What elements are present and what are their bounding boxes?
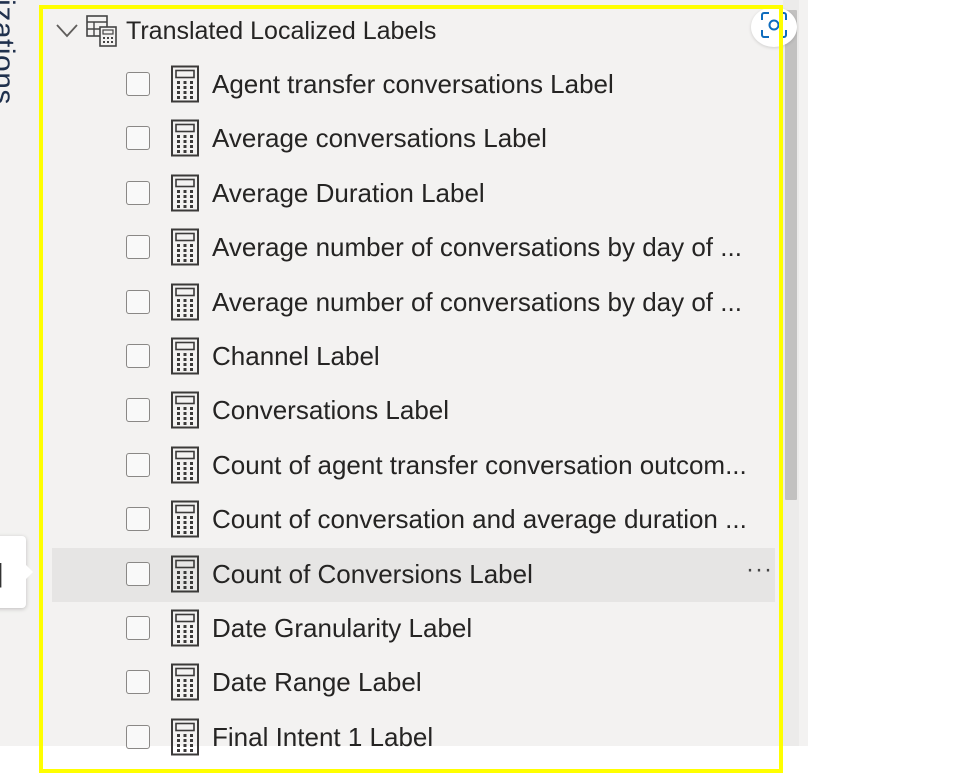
visualizations-pane-edge: lizations ]	[0, 0, 40, 746]
focus-mode-icon	[760, 11, 788, 44]
field-label: Agent transfer conversations Label	[212, 69, 614, 99]
field-label: Average conversations Label	[212, 123, 547, 154]
field-label: Channel Label	[212, 341, 380, 371]
calculator-icon	[170, 337, 200, 375]
table-group-label: Translated Localized Labels	[126, 16, 437, 45]
tooltip-stub: ]	[0, 536, 33, 608]
field-checkbox[interactable]	[126, 561, 150, 586]
calculator-icon	[170, 609, 200, 647]
field-label: Date Range Label	[212, 667, 422, 698]
field-row[interactable]: Count of agent transfer conversation out…	[52, 439, 775, 493]
field-checkbox[interactable]	[126, 289, 150, 314]
calculator-icon	[170, 718, 200, 756]
table-calc-icon	[86, 13, 120, 49]
field-checkbox[interactable]	[126, 398, 150, 423]
field-label: Count of conversation and average durati…	[212, 504, 747, 535]
tooltip-text: ]	[0, 558, 3, 589]
field-checkbox[interactable]	[126, 670, 150, 695]
table-group-header[interactable]: Translated Localized Labels	[54, 8, 754, 54]
calculator-icon	[170, 500, 200, 538]
field-label: Conversations Label	[212, 395, 450, 426]
calculator-icon	[170, 283, 200, 321]
visualizations-pane-title-text: lizations	[0, 0, 20, 105]
field-row[interactable]: Agent transfer conversations Label	[52, 58, 775, 112]
field-row[interactable]: Date Range Label	[52, 656, 775, 710]
field-row[interactable]: Average number of conversations by day o…	[52, 221, 775, 275]
field-checkbox[interactable]	[126, 724, 150, 749]
field-checkbox[interactable]	[126, 126, 150, 151]
chevron-down-icon[interactable]	[54, 18, 80, 44]
scrollbar-thumb[interactable]	[785, 10, 797, 500]
calculator-icon	[170, 446, 200, 484]
field-label: Average number of conversations by day o…	[212, 286, 742, 317]
calculator-icon	[170, 228, 200, 266]
field-row[interactable]: Average number of conversations by day o…	[52, 276, 775, 330]
field-checkbox[interactable]	[126, 452, 150, 477]
calculator-icon	[170, 555, 200, 593]
calculator-icon	[170, 174, 200, 212]
field-label: Date Granularity Label	[212, 613, 473, 643]
field-label: Final Intent 1 Label	[212, 721, 434, 752]
field-label: Count of Conversions Label	[212, 558, 533, 589]
field-checkbox[interactable]	[126, 507, 150, 532]
calculator-icon	[170, 65, 200, 103]
field-row[interactable]: Average Duration Label	[52, 167, 775, 221]
field-row[interactable]: Count of Conversions Label ···	[52, 547, 775, 602]
field-row[interactable]: Average conversations Label	[52, 112, 775, 166]
more-options-button[interactable]: ···	[746, 556, 773, 584]
field-checkbox[interactable]	[126, 616, 150, 640]
calculator-icon	[170, 391, 200, 429]
field-row[interactable]: Conversations Label	[52, 384, 775, 438]
calculator-icon	[170, 663, 200, 701]
field-row[interactable]: Count of conversation and average durati…	[52, 493, 775, 547]
focus-mode-button[interactable]	[751, 7, 797, 47]
field-checkbox[interactable]	[126, 235, 150, 260]
field-checkbox[interactable]	[126, 344, 150, 368]
field-label: Average Duration Label	[212, 177, 485, 208]
field-row[interactable]: Channel Label	[52, 330, 775, 384]
field-label: Average number of conversations by day o…	[212, 232, 742, 263]
calculator-icon	[170, 119, 200, 157]
field-row[interactable]: Date Granularity Label	[52, 602, 775, 656]
field-label: Count of agent transfer conversation out…	[212, 449, 747, 480]
field-checkbox[interactable]	[126, 72, 150, 96]
visualizations-pane-title[interactable]: lizations	[0, 0, 26, 150]
field-checkbox[interactable]	[126, 180, 150, 205]
field-row[interactable]: Final Intent 1 Label	[52, 711, 775, 765]
